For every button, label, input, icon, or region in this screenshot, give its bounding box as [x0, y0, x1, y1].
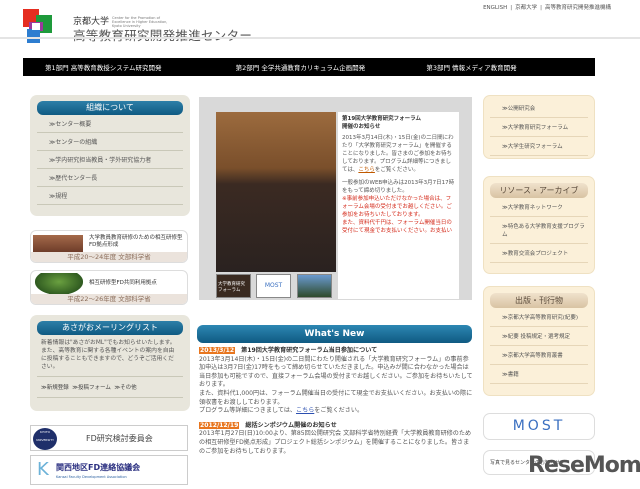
- news-list: 2013/3/12 第19回大学教育研究フォーラム当日参加について 2013年3月…: [199, 347, 474, 462]
- tree-image: [35, 273, 83, 295]
- banner-text: 相互研修型FD共同利用拠点: [89, 280, 157, 286]
- banner-text: 大学教員教育研修のための相互研修型FD拠点形成: [89, 235, 183, 248]
- featured-red-notice-2: また、資料代千円は、フォーラム開催当日の受付にて現金でお支払いください。お支払い…: [342, 220, 453, 234]
- featured-notice: 一般参加のWEB申込みは2013年3月7日17時をもって締め切りました。: [342, 180, 455, 194]
- logo[interactable]: [23, 9, 55, 45]
- thumb-campus[interactable]: [297, 274, 332, 298]
- organization-heading: 組織について: [37, 101, 183, 115]
- link-submission-rules[interactable]: ≫紀要 投稿規定・選考規定: [490, 327, 588, 346]
- banner-year: 平成20～24年度 文部科学省: [31, 252, 187, 262]
- news-title[interactable]: 第19回大学教育研究フォーラム当日参加について: [241, 347, 377, 354]
- news-item: 2012/12/19 総括シンポジウム開催のお知らせ 2013年1月27日(日)1…: [199, 421, 474, 456]
- news-body: 2013年1月27日(日)10:00より、第85回公開研究会 文部科学省特別経費…: [199, 430, 472, 455]
- header-divider: [0, 37, 640, 39]
- kansai-fd-banner[interactable]: K 関西地区FD連絡協議会 Kansai Faculty Development…: [30, 455, 188, 485]
- whats-new-heading: What's New: [197, 325, 472, 343]
- news-title[interactable]: 総括シンポジウム開催のお知らせ: [245, 422, 336, 429]
- link-network[interactable]: ≫大学教育ネットワーク: [490, 198, 588, 217]
- post-form-link[interactable]: ≫投稿フォーム: [72, 385, 111, 391]
- link-public-seminar[interactable]: ≫公開研究会: [490, 99, 588, 118]
- thumb-most[interactable]: MOST: [256, 274, 291, 298]
- most-banner[interactable]: MOST: [483, 413, 595, 440]
- org-link-structure[interactable]: ≫センターの組織: [37, 133, 183, 151]
- forum-audience-photo[interactable]: [216, 112, 336, 272]
- link-student-forum[interactable]: ≫大学生研究フォーラム: [490, 137, 588, 156]
- featured-red-notice: ※事前参加申込いただけなかった場合は、フォーラム会場の受付までお越しください。ご…: [342, 196, 452, 218]
- archive-heading: リソース・アーカイブ: [490, 183, 588, 198]
- events-box: ≫公開研究会 ≫大学教育研究フォーラム ≫大学生研究フォーラム: [483, 95, 595, 159]
- featured-subtitle: 開催のお知らせ: [342, 124, 381, 130]
- english-link[interactable]: ENGLISH: [483, 5, 507, 11]
- link-education-forum[interactable]: ≫大学教育研究フォーラム: [490, 118, 588, 137]
- mailing-list-description: 新着情報は"あさがおML"でもお知らせいたします。また、高等教育に関する各種イベ…: [37, 335, 183, 377]
- organization-box: 組織について ≫センター概要 ≫センターの組織 ≫学内研究担当教員・学外研究協力…: [30, 95, 190, 216]
- register-link[interactable]: ≫新規登録: [41, 385, 69, 391]
- link-series[interactable]: ≫京都大学高等教育叢書: [490, 346, 588, 365]
- org-link-directors[interactable]: ≫歴代センター長: [37, 169, 183, 187]
- fd-project-banner[interactable]: 大学教員教育研修のための相互研修型FD拠点形成 平成20～24年度 文部科学省: [30, 230, 188, 263]
- org-link-staff[interactable]: ≫学内研究担当教員・学外研究協力者: [37, 151, 183, 169]
- news-body: 2013年3月14日(木)・15日(金)の二日間にわたり開催される「大学教育研究…: [199, 355, 473, 389]
- news-body-3-end: をご覧ください。: [314, 407, 364, 415]
- banner-year: 平成22～26年度 文部科学省: [31, 294, 187, 304]
- featured-paragraph-end: をご覧ください。: [374, 167, 419, 173]
- kansai-english-label: Kansai Faculty Development Association: [56, 475, 127, 479]
- mailing-list-box: あさがおメーリングリスト 新着情報は"あさがおML"でもお知らせいたします。また…: [30, 315, 190, 411]
- department-nav: 第1部門 高等教育教授システム研究開発 第2部門 全学共通教育カリキュラム企画開…: [23, 58, 595, 76]
- nav-dept-2[interactable]: 第2部門 全学共通教育カリキュラム企画開発: [214, 62, 405, 72]
- kansai-logo-icon: K: [37, 459, 49, 480]
- thumb-forum[interactable]: 大学教育研究フォーラム: [216, 274, 251, 298]
- featured-title: 第19回大学教育研究フォーラム: [342, 116, 421, 122]
- top-links: ENGLISH | 京都大学 | 高等教育研究開発推進機構: [483, 5, 611, 11]
- org-link-overview[interactable]: ≫センター概要: [37, 115, 183, 133]
- link-books[interactable]: ≫書籍: [490, 365, 588, 384]
- publications-heading: 出版・刊行物: [490, 293, 588, 308]
- nav-dept-1[interactable]: 第1部門 高等教育教授システム研究開発: [23, 62, 214, 72]
- university-seal: KYOTO UNIVERSITY: [33, 428, 57, 450]
- news-body-3: プログラム等詳細につきましては、: [199, 407, 297, 415]
- news-body-2: また、資料代1,000円は、フォーラム開催当日の受付にて現金でお支払いください。…: [199, 389, 473, 406]
- mailing-list-heading: あさがおメーリングリスト: [37, 321, 183, 335]
- resemom-watermark: ReseMom: [528, 453, 640, 478]
- fd-committee-banner[interactable]: KYOTO UNIVERSITY FD研究検討委員会: [30, 425, 188, 451]
- featured-link[interactable]: こちら: [358, 167, 375, 173]
- fd-committee-label: FD研究検討委員会: [86, 434, 153, 443]
- other-link[interactable]: ≫その他: [114, 385, 136, 391]
- featured-text: 第19回大学教育研究フォーラム 開催のお知らせ 2013年3月14日(木)・15…: [338, 112, 459, 299]
- link-exchange-project[interactable]: ≫教育交流会プロジェクト: [490, 244, 588, 263]
- news-date: 2012/12/19: [199, 421, 240, 429]
- organization-link[interactable]: 高等教育研究開発推進機構: [545, 5, 611, 11]
- news-item: 2013/3/12 第19回大学教育研究フォーラム当日参加について 2013年3月…: [199, 347, 474, 416]
- fd-base-banner[interactable]: 相互研修型FD共同利用拠点 平成22～26年度 文部科学省: [30, 270, 188, 305]
- site-title[interactable]: 高等教育研究開発推進センター: [73, 25, 252, 44]
- link-gp-program[interactable]: ≫特色ある大学教育支援プログラム: [490, 217, 588, 244]
- kyoto-univ-link[interactable]: 京都大学: [515, 5, 537, 11]
- nav-dept-3[interactable]: 第3部門 情報メディア教育開発: [404, 62, 595, 72]
- org-link-rules[interactable]: ≫規程: [37, 187, 183, 205]
- link-bulletin[interactable]: ≫京都大学高等教育研究(紀要): [490, 308, 588, 327]
- news-date: 2013/3/12: [199, 347, 236, 354]
- kansai-label: 関西地区FD連絡協議会: [56, 463, 141, 472]
- archive-box: リソース・アーカイブ ≫大学教育ネットワーク ≫特色ある大学教育支援プログラム …: [483, 176, 595, 274]
- news-link[interactable]: こちら: [296, 407, 314, 414]
- building-image: [33, 235, 83, 253]
- publications-box: 出版・刊行物 ≫京都大学高等教育研究(紀要) ≫紀要 投稿規定・選考規定 ≫京都…: [483, 286, 595, 396]
